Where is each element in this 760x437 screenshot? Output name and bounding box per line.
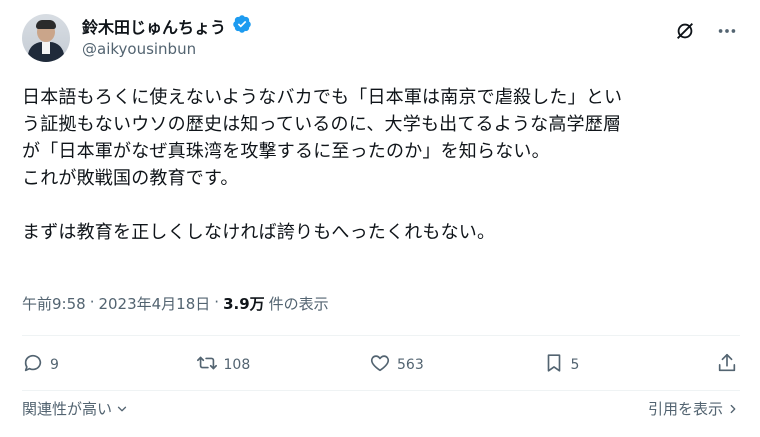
verified-badge-icon[interactable]: [232, 14, 252, 38]
view-quotes-link[interactable]: 引用を表示: [648, 398, 740, 419]
handle[interactable]: @aikyousinbun: [82, 40, 196, 58]
reply-button[interactable]: 9: [22, 352, 192, 378]
like-button[interactable]: 563: [369, 352, 539, 378]
tweet-meta: 午前9:58 · 2023年4月18日 · 3.9万 件の表示: [22, 293, 329, 314]
avatar-collar: [42, 42, 50, 54]
divider: [22, 335, 740, 336]
tweet-date[interactable]: 2023年4月18日: [98, 293, 210, 314]
tweet-text: 日本語もろくに使えないようなバカでも「日本軍は南京で虐殺した」とい う証拠もない…: [22, 87, 623, 243]
top-icons: [670, 16, 742, 46]
share-button[interactable]: [716, 352, 740, 378]
retweet-button[interactable]: 108: [196, 352, 366, 378]
sort-dropdown[interactable]: 関連性が高い: [22, 398, 129, 419]
bookmark-count: 5: [570, 357, 580, 373]
like-count: 563: [397, 357, 424, 373]
quote-label: 引用を表示: [647, 400, 723, 418]
tweet-header: 鈴木田じゅんちょう @aikyousinbun: [22, 10, 742, 66]
reply-footer: 関連性が高い 引用を表示: [22, 398, 740, 419]
chevron-right-icon: [730, 404, 736, 413]
bookmark-button[interactable]: 5: [543, 352, 713, 378]
reply-icon: [22, 352, 44, 378]
display-name[interactable]: 鈴木田じゅんちょう: [82, 14, 226, 38]
more-icon[interactable]: [712, 16, 742, 46]
like-icon: [369, 352, 391, 378]
share-icon: [716, 352, 738, 378]
reply-count: 9: [50, 357, 59, 373]
chevron-down-icon: [117, 406, 127, 411]
view-count: 3.9万: [223, 295, 265, 313]
grok-icon[interactable]: [670, 16, 700, 46]
name-row: 鈴木田じゅんちょう: [82, 14, 252, 38]
retweet-count: 108: [223, 357, 251, 373]
avatar[interactable]: [22, 14, 70, 62]
retweet-icon: [196, 352, 218, 378]
tweet-time[interactable]: 午前9:58: [22, 293, 86, 314]
meta-separator: ·: [214, 293, 220, 311]
avatar-hair: [36, 20, 56, 29]
meta-separator: ·: [89, 293, 95, 311]
bookmark-icon: [543, 352, 565, 378]
sort-label: 関連性が高い: [22, 400, 113, 418]
divider: [22, 390, 740, 391]
view-label: 件の表示: [268, 295, 329, 313]
action-bar: 9 108 563 5: [22, 352, 740, 378]
